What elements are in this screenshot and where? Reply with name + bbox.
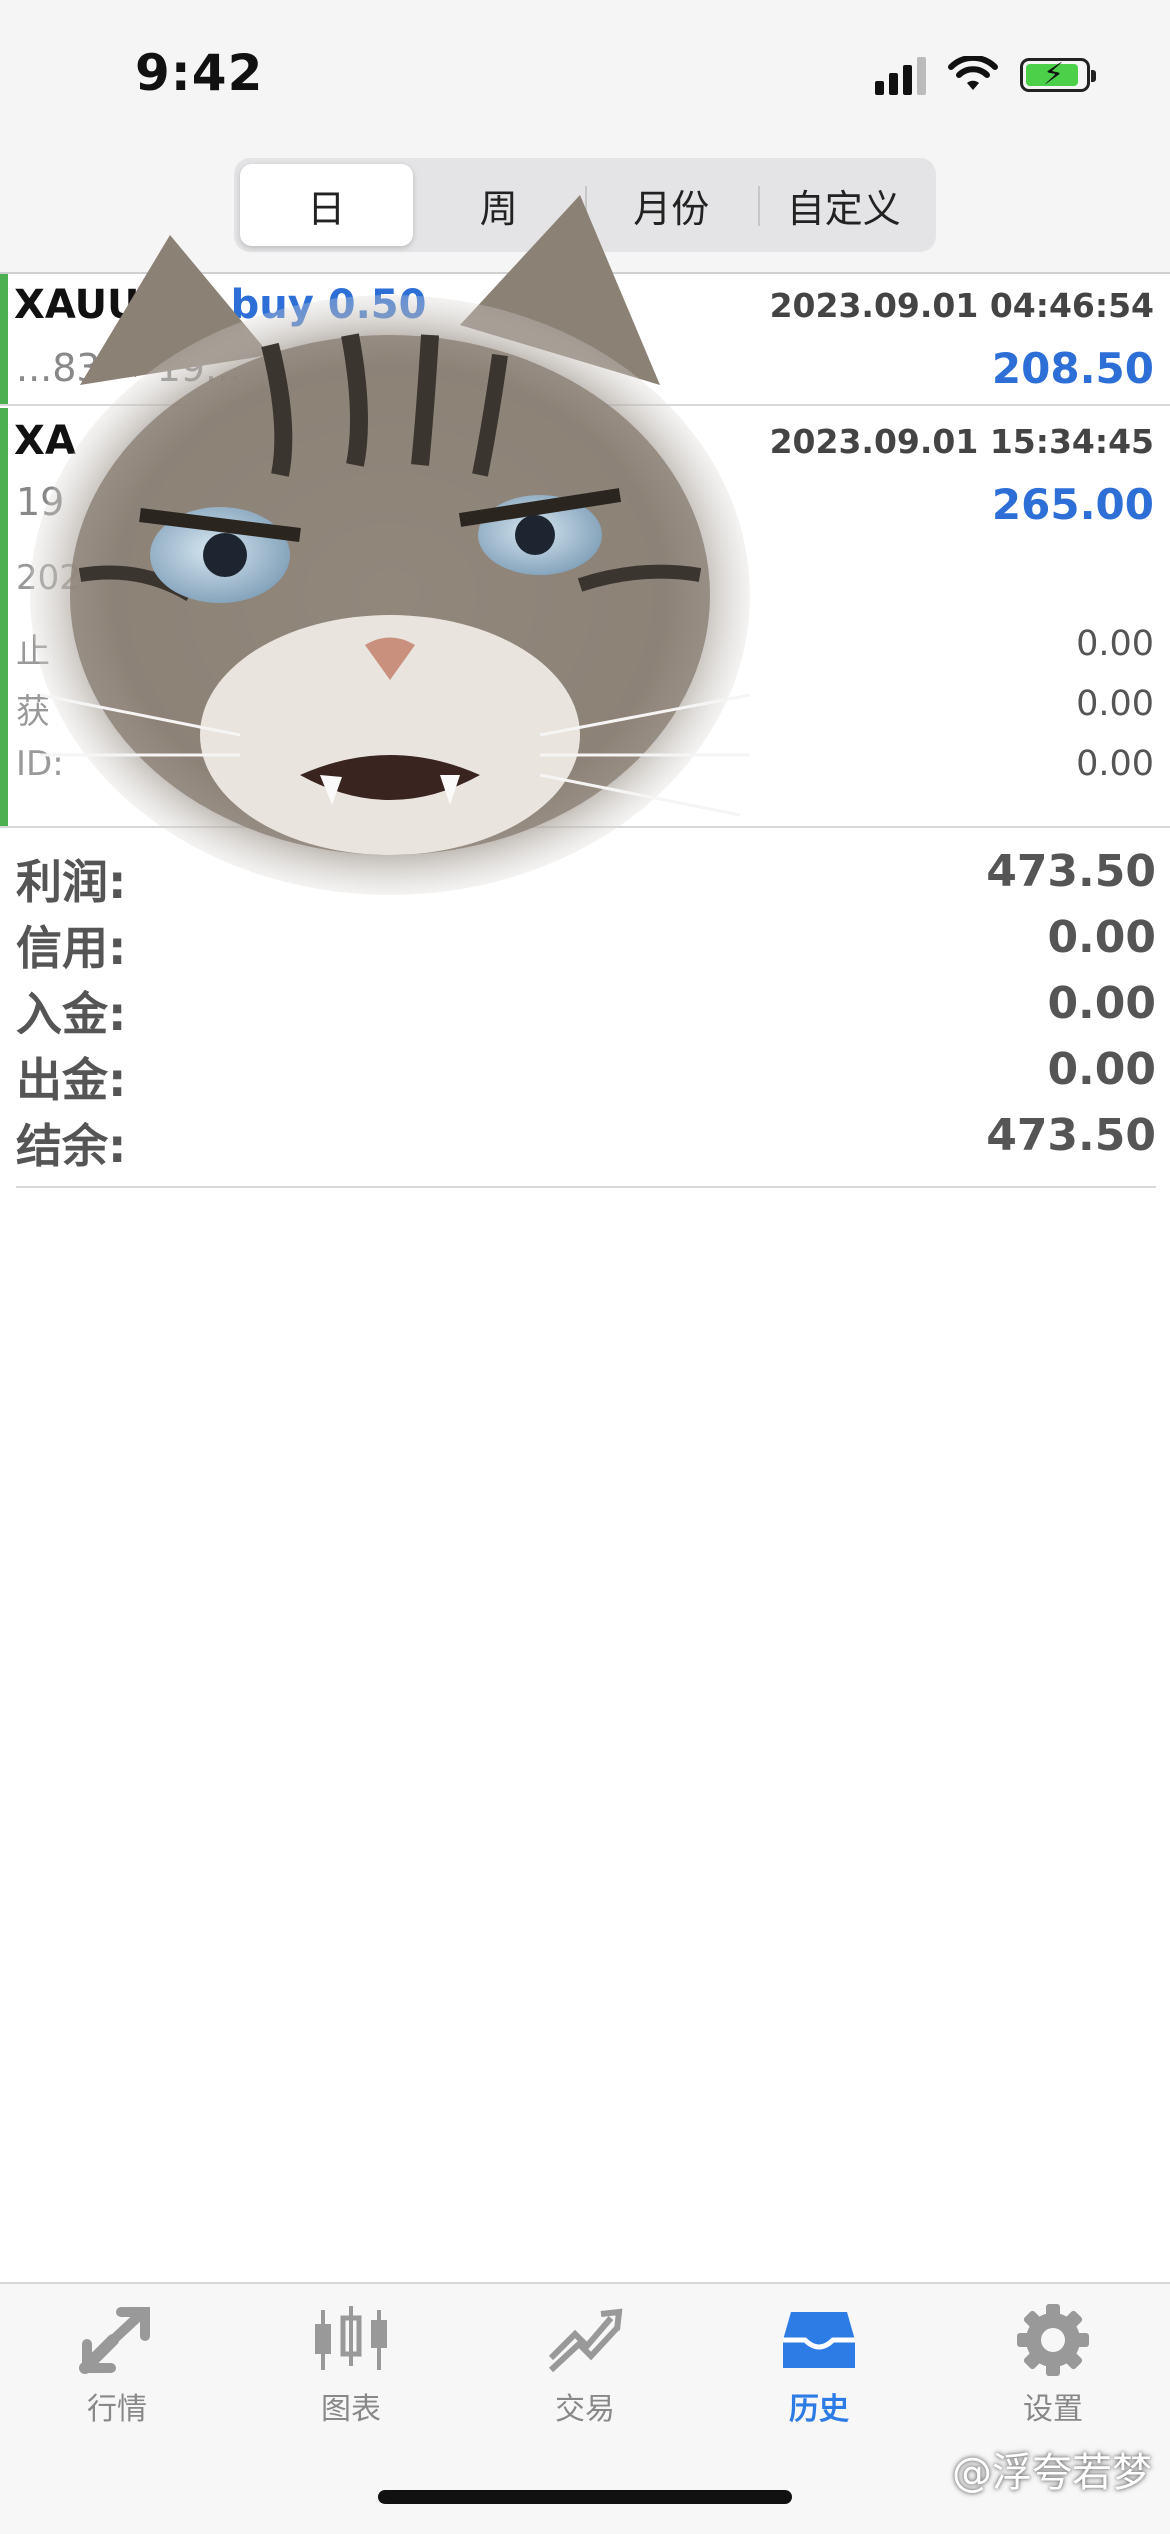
period-tab-month[interactable]: 月份	[585, 164, 758, 246]
tab-trade[interactable]: 交易	[495, 2304, 675, 2454]
candlestick-chart-icon	[315, 2306, 387, 2370]
home-indicator	[378, 2490, 792, 2504]
buy-indicator-bar	[0, 274, 8, 404]
summary-row-balance: 结余: 473.50	[16, 1110, 1156, 1173]
take-profit-value: 0.00	[1076, 684, 1154, 724]
trade-open-date: 202	[16, 558, 81, 598]
trade-row[interactable]: XAUUSD, buy 0.50 2023.09.01 04:46:54 ...…	[0, 274, 1170, 406]
summary-row-credit: 信用: 0.00	[16, 912, 1156, 975]
summary-row-deposit: 入金: 0.00	[16, 978, 1156, 1041]
trade-side: buy 0.50	[230, 282, 427, 328]
tab-chart[interactable]: 图表	[261, 2304, 441, 2454]
quotes-icon	[79, 2307, 150, 2374]
account-summary: 利润: 473.50 信用: 0.00 入金: 0.00 出金: 0.00 结余…	[16, 846, 1156, 1188]
wifi-icon	[948, 56, 998, 90]
trade-datetime: 2023.09.01 15:34:45	[769, 422, 1154, 461]
period-segmented-control: 日 周 月份 自定义	[234, 158, 936, 252]
buy-indicator-bar	[0, 408, 8, 826]
take-profit-label: 获	[16, 692, 50, 732]
tab-quotes-label: 行情	[87, 2392, 147, 2427]
summary-row-profit: 利润: 473.50	[16, 846, 1156, 909]
trade-price-range: 19	[16, 480, 65, 524]
status-bar: 9:42 ⚡	[0, 0, 1170, 150]
stop-loss-label: 止	[16, 632, 50, 672]
cellular-signal-icon	[875, 55, 926, 95]
status-icons: ⚡	[875, 55, 1096, 95]
trade-profit: 265.00	[991, 480, 1154, 529]
id-value: 0.00	[1076, 744, 1154, 784]
tab-settings-label: 设置	[1023, 2392, 1083, 2427]
watermark: @浮夸若梦	[952, 2450, 1152, 2496]
trade-symbol: XA	[14, 418, 76, 464]
trade-row-expanded[interactable]: XA 2023.09.01 15:34:45 19 265.00 202 止 0…	[0, 408, 1170, 828]
id-label: ID:	[16, 744, 64, 784]
summary-row-withdrawal: 出金: 0.00	[16, 1044, 1156, 1107]
history-inbox-icon	[783, 2312, 855, 2368]
tab-history[interactable]: 历史	[729, 2304, 909, 2454]
tab-settings[interactable]: 设置	[963, 2304, 1143, 2454]
trade-symbol: XAUUSD, buy 0.50	[14, 282, 427, 328]
stop-loss-value: 0.00	[1076, 624, 1154, 664]
status-time: 9:42	[135, 44, 264, 102]
trade-icon	[548, 2308, 623, 2373]
tab-history-label: 历史	[789, 2392, 849, 2427]
period-toolbar: 日 周 月份 自定义	[0, 150, 1170, 274]
battery-icon: ⚡	[1020, 57, 1096, 92]
period-tab-custom[interactable]: 自定义	[757, 164, 931, 246]
tab-trade-label: 交易	[555, 2392, 615, 2427]
trade-datetime: 2023.09.01 04:46:54	[769, 286, 1154, 325]
tab-quotes[interactable]: 行情	[27, 2304, 207, 2454]
trade-profit: 208.50	[991, 344, 1154, 393]
gear-icon	[1017, 2304, 1089, 2376]
period-tab-day[interactable]: 日	[240, 164, 413, 246]
tab-chart-label: 图表	[321, 2392, 381, 2427]
trade-price-range: ...83 → 19...	[16, 346, 242, 390]
period-tab-week[interactable]: 周	[413, 164, 586, 246]
